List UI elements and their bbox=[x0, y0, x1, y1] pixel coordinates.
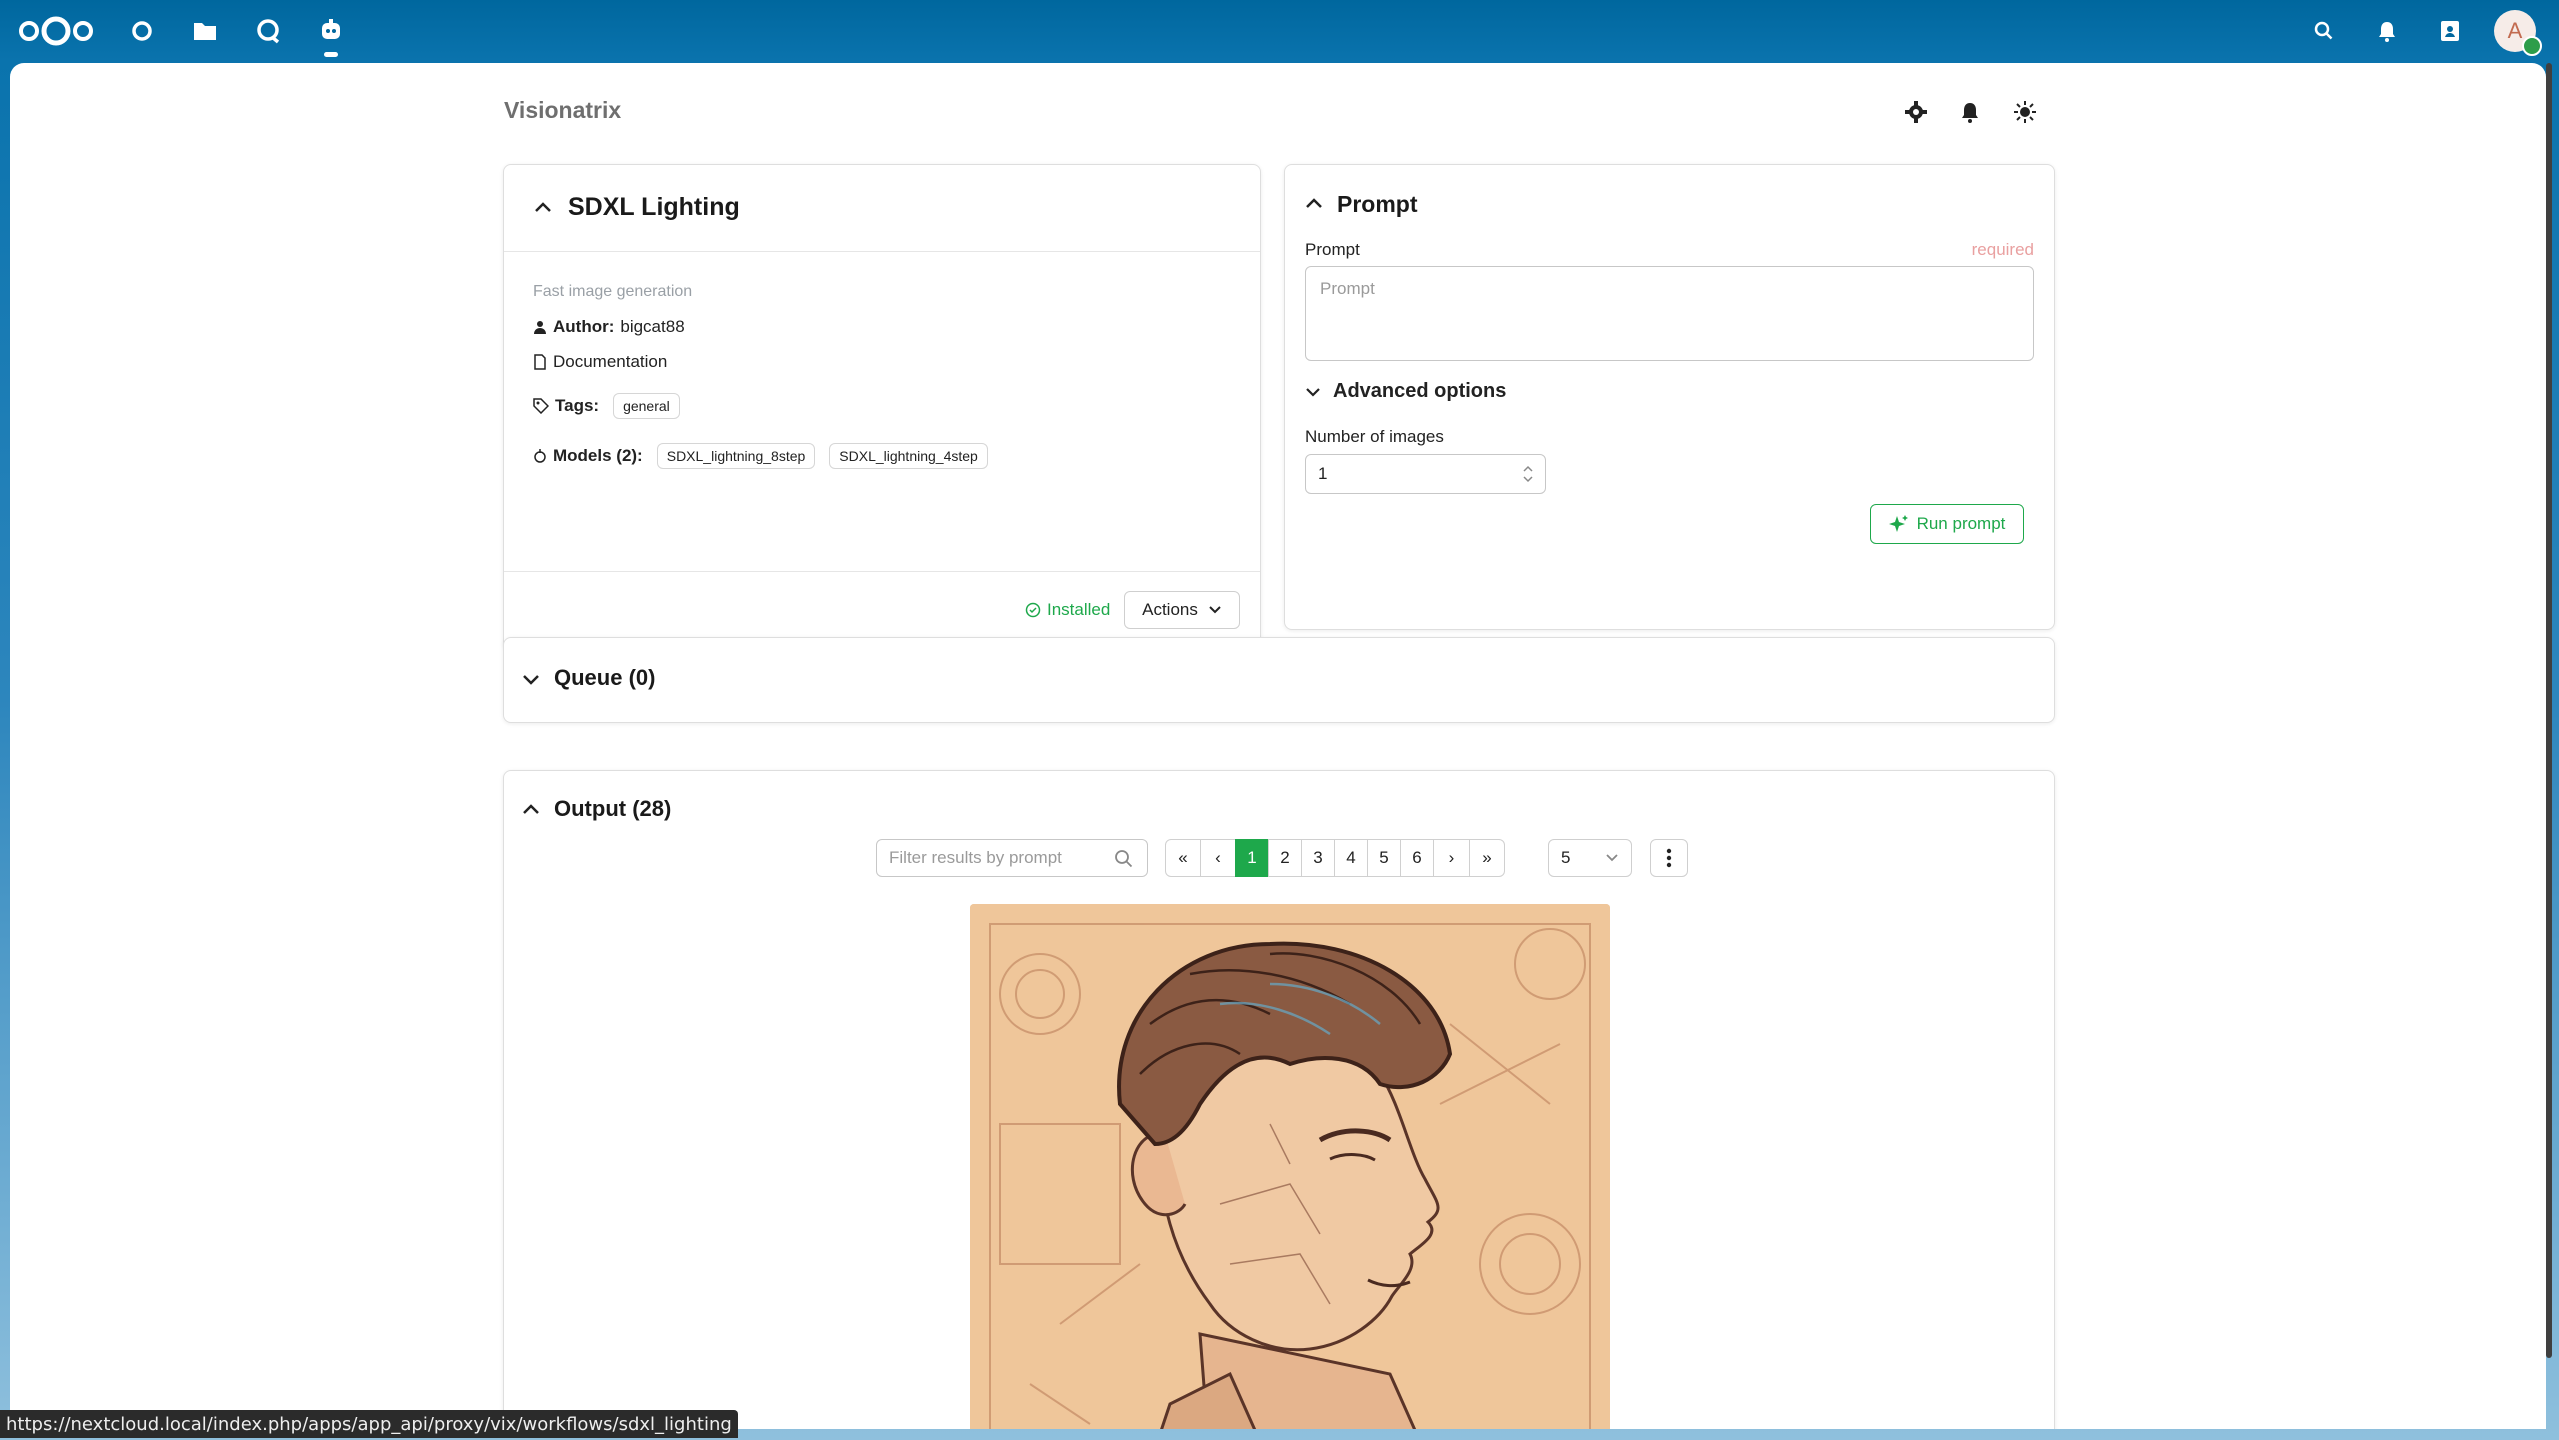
tags-row: Tags: general bbox=[533, 393, 680, 419]
page-button[interactable]: 6 bbox=[1400, 839, 1434, 877]
advanced-options-toggle[interactable]: Advanced options bbox=[1305, 380, 1506, 403]
installed-label: Installed bbox=[1047, 600, 1111, 619]
output-card: Output (28) Filter results by prompt « ‹… bbox=[503, 770, 2055, 1429]
next-page-button[interactable]: › bbox=[1433, 839, 1470, 877]
chevron-down-icon bbox=[1306, 387, 1320, 397]
workflow-title: SDXL Lighting bbox=[568, 193, 740, 221]
num-images-input[interactable]: 1 bbox=[1305, 454, 1546, 494]
prompt-card: Prompt Prompt required Prompt Advanced o… bbox=[1284, 164, 2055, 630]
nextcloud-logo-icon[interactable] bbox=[16, 14, 96, 48]
divider bbox=[504, 251, 1260, 252]
models-row: Models (2): SDXL_lightning_8step SDXL_li… bbox=[533, 443, 988, 469]
actions-dropdown[interactable]: Actions bbox=[1124, 591, 1240, 629]
check-circle-icon bbox=[1025, 602, 1041, 618]
documentation-link[interactable]: Documentation bbox=[533, 352, 667, 372]
settings-icon[interactable] bbox=[1899, 95, 1933, 129]
actions-label: Actions bbox=[1142, 600, 1198, 619]
dashboard-icon[interactable] bbox=[125, 14, 159, 48]
prev-page-button[interactable]: ‹ bbox=[1200, 839, 1236, 877]
filter-input[interactable]: Filter results by prompt bbox=[876, 839, 1148, 877]
pagination: « ‹ 1 2 3 4 5 6 › » bbox=[1165, 839, 1525, 877]
status-bar-url: https://nextcloud.local/index.php/apps/a… bbox=[0, 1410, 738, 1438]
author-value: bigcat88 bbox=[620, 317, 685, 336]
queue-card: Queue (0) bbox=[503, 637, 2055, 723]
chevron-down-icon bbox=[1209, 606, 1221, 614]
workflow-card: SDXL Lighting Fast image generation Auth… bbox=[503, 164, 1261, 650]
first-page-button[interactable]: « bbox=[1165, 839, 1201, 877]
talk-icon[interactable] bbox=[251, 14, 285, 48]
avatar-letter: A bbox=[2507, 18, 2523, 43]
installed-status: Installed bbox=[1025, 600, 1110, 620]
page-button[interactable]: 2 bbox=[1268, 839, 1302, 877]
main-content: Visionatrix SDXL Lighting Fast image gen… bbox=[10, 63, 2546, 1429]
files-icon[interactable] bbox=[188, 14, 222, 48]
model-badge: SDXL_lightning_4step bbox=[829, 443, 988, 469]
scrollbar[interactable] bbox=[2546, 63, 2552, 1358]
required-indicator: required bbox=[1971, 240, 2034, 259]
more-vertical-icon bbox=[1666, 848, 1672, 868]
chevron-up-icon[interactable] bbox=[532, 197, 554, 219]
last-page-button[interactable]: » bbox=[1469, 839, 1505, 877]
search-icon bbox=[1115, 850, 1133, 868]
chevron-up-icon[interactable] bbox=[1303, 193, 1325, 215]
tag-icon bbox=[533, 398, 549, 414]
author-row: Author: bigcat88 bbox=[533, 317, 685, 337]
page-button[interactable]: 4 bbox=[1334, 839, 1368, 877]
bell-icon[interactable] bbox=[1953, 95, 1987, 129]
model-icon bbox=[534, 449, 546, 463]
active-app-indicator bbox=[324, 52, 338, 57]
page-size-value: 5 bbox=[1561, 848, 1571, 867]
notifications-icon[interactable] bbox=[2370, 14, 2404, 48]
search-icon[interactable] bbox=[2307, 14, 2341, 48]
online-status-icon bbox=[2522, 36, 2542, 56]
models-label: Models (2): bbox=[553, 446, 643, 465]
output-title: Output (28) bbox=[554, 796, 672, 821]
model-badge: SDXL_lightning_8step bbox=[656, 443, 816, 469]
page-button[interactable]: 3 bbox=[1301, 839, 1335, 877]
document-icon bbox=[534, 354, 546, 370]
page-button[interactable]: 1 bbox=[1235, 839, 1269, 877]
chevron-up-icon[interactable] bbox=[520, 799, 542, 821]
chevron-down-icon bbox=[1606, 854, 1618, 862]
output-image[interactable] bbox=[970, 904, 1610, 1429]
contacts-icon[interactable] bbox=[2433, 14, 2467, 48]
run-prompt-button[interactable]: Run prompt bbox=[1870, 504, 2024, 544]
page-title: Visionatrix bbox=[504, 97, 622, 123]
more-options-button[interactable] bbox=[1650, 839, 1688, 877]
stepper-icon[interactable] bbox=[1521, 463, 1535, 485]
chevron-down-icon[interactable] bbox=[520, 668, 542, 690]
sparkle-icon bbox=[1888, 515, 1908, 532]
prompt-card-title: Prompt bbox=[1337, 191, 1418, 217]
author-label: Author: bbox=[553, 317, 615, 336]
tag-badge: general bbox=[613, 393, 680, 419]
prompt-field-label: Prompt bbox=[1305, 240, 1360, 259]
run-prompt-label: Run prompt bbox=[1916, 514, 2006, 533]
top-bar: A bbox=[0, 0, 2559, 63]
visionatrix-icon[interactable] bbox=[314, 14, 348, 48]
documentation-label: Documentation bbox=[553, 352, 668, 371]
user-icon bbox=[534, 321, 546, 334]
workflow-description: Fast image generation bbox=[533, 283, 693, 300]
num-images-value: 1 bbox=[1318, 464, 1328, 483]
theme-icon[interactable] bbox=[2008, 95, 2042, 129]
prompt-textarea[interactable]: Prompt bbox=[1305, 266, 2034, 361]
divider bbox=[504, 571, 1260, 572]
num-images-label: Number of images bbox=[1305, 427, 1444, 446]
advanced-options-label: Advanced options bbox=[1333, 380, 1507, 402]
page-size-select[interactable]: 5 bbox=[1548, 839, 1632, 877]
queue-title: Queue (0) bbox=[554, 665, 656, 690]
page-button[interactable]: 5 bbox=[1367, 839, 1401, 877]
tags-label: Tags: bbox=[555, 396, 600, 415]
